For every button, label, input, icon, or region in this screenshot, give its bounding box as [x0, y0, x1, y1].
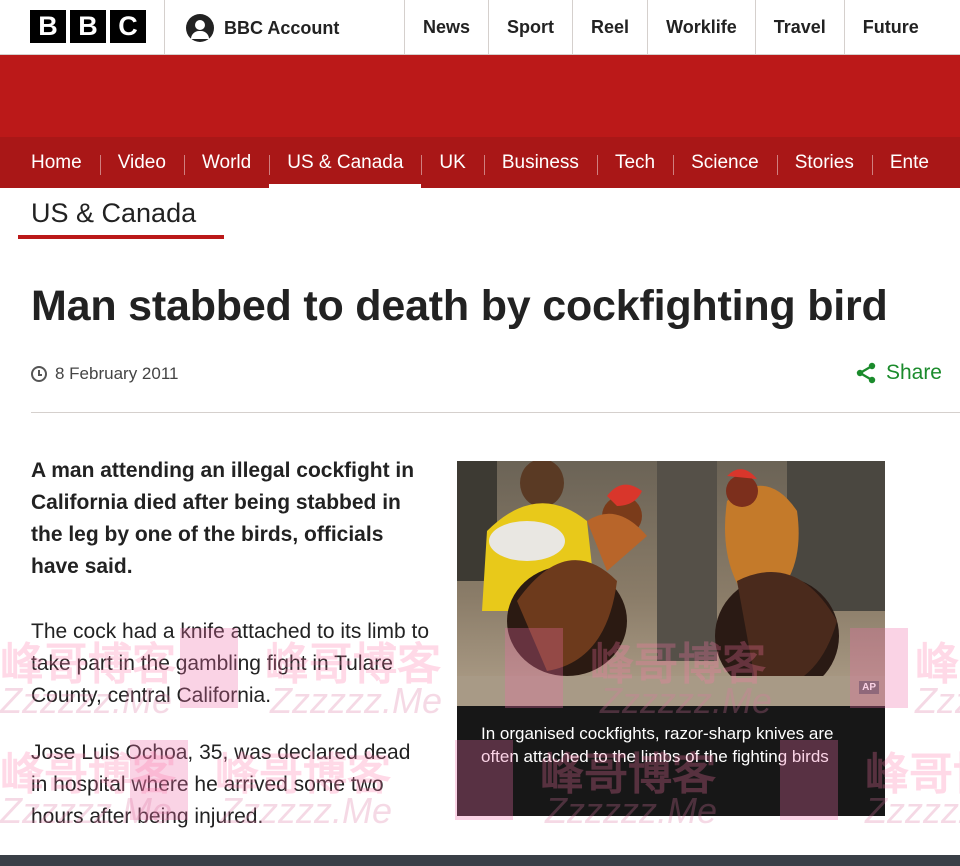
section-navigation: Home Video World US & Canada UK Business…: [0, 137, 960, 188]
photo-caption: In organised cockfights, razor-sharp kni…: [457, 706, 885, 816]
clock-icon: [31, 366, 47, 382]
section-nav-uk[interactable]: UK: [421, 137, 483, 188]
section-nav-world[interactable]: World: [183, 137, 269, 188]
section-nav-home[interactable]: Home: [0, 137, 100, 188]
bbc-logo[interactable]: B B C: [30, 10, 146, 43]
share-label: Share: [885, 361, 942, 384]
article-paragraph-2: Jose Luis Ochoa, 35, was declared dead i…: [31, 741, 411, 828]
cockfight-photo[interactable]: AP: [457, 461, 885, 706]
bbc-global-header: B B C BBC Account News Sport Reel Workli…: [0, 0, 960, 55]
logo-letter-b2: B: [70, 10, 106, 43]
watermark-text-cn: 峰哥博客: [915, 640, 960, 689]
watermark-text-en: Zzzzzz.Me: [915, 680, 960, 721]
top-nav-sport[interactable]: Sport: [488, 0, 572, 55]
header-divider: [164, 0, 165, 55]
section-nav-science[interactable]: Science: [673, 137, 777, 188]
top-nav-reel[interactable]: Reel: [572, 0, 647, 55]
section-nav-stories[interactable]: Stories: [776, 137, 872, 188]
top-nav-news[interactable]: News: [404, 0, 488, 55]
section-nav-us-canada[interactable]: US & Canada: [269, 137, 422, 188]
news-banner: [0, 55, 960, 137]
share-button[interactable]: Share: [854, 361, 942, 385]
section-nav-tech[interactable]: Tech: [596, 137, 673, 188]
top-nav-future[interactable]: Future: [843, 0, 937, 55]
section-title[interactable]: US & Canada: [31, 198, 196, 229]
section-nav-video[interactable]: Video: [99, 137, 184, 188]
logo-letter-b1: B: [30, 10, 66, 43]
bbc-account-link[interactable]: BBC Account: [186, 14, 339, 42]
section-title-underline: [18, 235, 224, 239]
article-dateline: 8 February 2011: [31, 364, 178, 384]
top-navigation: News Sport Reel Worklife Travel Future: [404, 0, 937, 55]
section-nav-business[interactable]: Business: [483, 137, 597, 188]
share-icon: [856, 362, 876, 384]
logo-letter-c: C: [110, 10, 146, 43]
os-bottom-bar: [0, 855, 960, 866]
top-nav-travel[interactable]: Travel: [754, 0, 844, 55]
section-nav-entertainment[interactable]: Ente: [871, 137, 947, 188]
article-lead: A man attending an illegal cockfight in …: [31, 459, 415, 578]
header-rule: [31, 412, 960, 413]
article-paragraph-1: The cock had a knife attached to its lim…: [31, 620, 430, 707]
article-headline: Man stabbed to death by cockfighting bir…: [31, 282, 888, 330]
top-nav-worklife[interactable]: Worklife: [647, 0, 755, 55]
article-figure: AP In organised cockfights, razor-sharp …: [457, 461, 885, 816]
photo-credit: AP: [859, 681, 879, 694]
cockfight-photo-art: [457, 461, 885, 706]
article-date: 8 February 2011: [55, 364, 179, 383]
account-label: BBC Account: [224, 17, 340, 38]
account-avatar-icon: [186, 14, 214, 42]
